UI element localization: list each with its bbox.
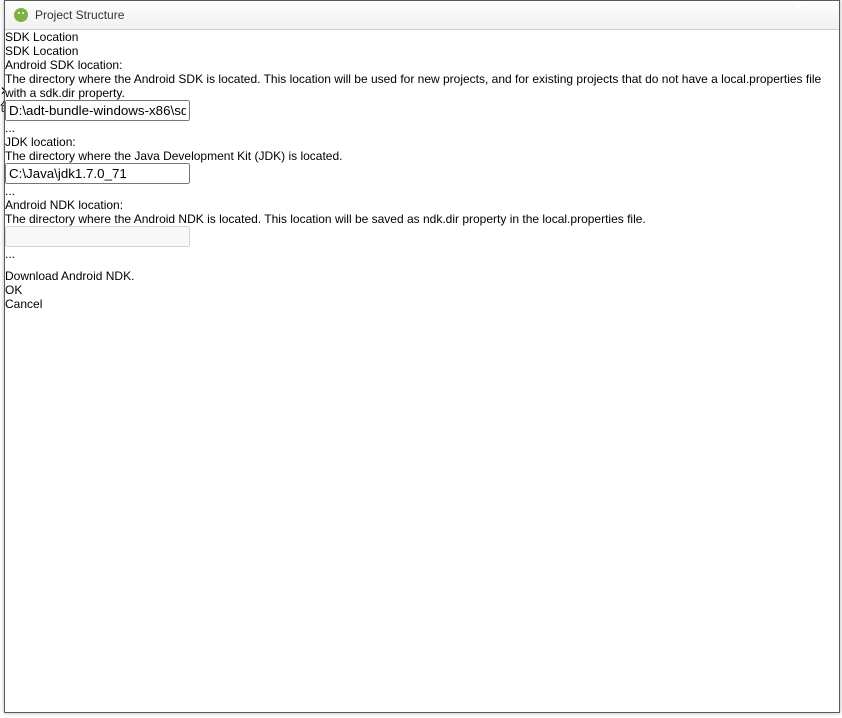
sdk-path-input[interactable] [5, 100, 190, 121]
sdk-desc: The directory where the Android SDK is l… [5, 72, 839, 100]
sdk-label: Android SDK location: [5, 58, 839, 72]
sdk-field-row: ... [5, 100, 839, 135]
ndk-desc: The directory where the Android NDK is l… [5, 212, 839, 226]
jdk-field-row: ... [5, 163, 839, 198]
cancel-button[interactable]: Cancel [5, 297, 839, 311]
app-icon [13, 7, 29, 23]
ok-button[interactable]: OK [5, 283, 839, 297]
dialog-window: Project Structure SDK Location SDK Locat… [4, 0, 840, 713]
jdk-label: JDK location: [5, 135, 839, 149]
jdk-desc: The directory where the Java Development… [5, 149, 839, 163]
sidebar-item-label: SDK Location [5, 30, 78, 44]
dialog-body: SDK Location SDK Location Android SDK lo… [5, 30, 839, 283]
jdk-browse-button[interactable]: ... [5, 184, 839, 198]
titlebar: Project Structure [5, 1, 839, 30]
jdk-path-input[interactable] [5, 163, 190, 184]
page-title: SDK Location [5, 44, 839, 58]
ndk-path-input [5, 226, 190, 247]
ndk-download-line: Download Android NDK. [5, 269, 839, 283]
close-button[interactable] [793, 0, 839, 20]
sidebar-item-sdk-location[interactable]: SDK Location [5, 30, 839, 44]
button-bar: OK Cancel [5, 283, 839, 311]
window-title: Project Structure [35, 8, 124, 22]
ndk-field-row: ... [5, 226, 839, 261]
sdk-browse-button[interactable]: ... [5, 121, 839, 135]
ndk-download-suffix: Android NDK. [58, 269, 134, 283]
sidebar: SDK Location [5, 30, 839, 44]
content-pane: SDK Location Android SDK location: The d… [5, 44, 839, 283]
download-ndk-link[interactable]: Download [5, 269, 58, 283]
ndk-browse-button[interactable]: ... [5, 247, 839, 261]
ndk-label: Android NDK location: [5, 198, 839, 212]
